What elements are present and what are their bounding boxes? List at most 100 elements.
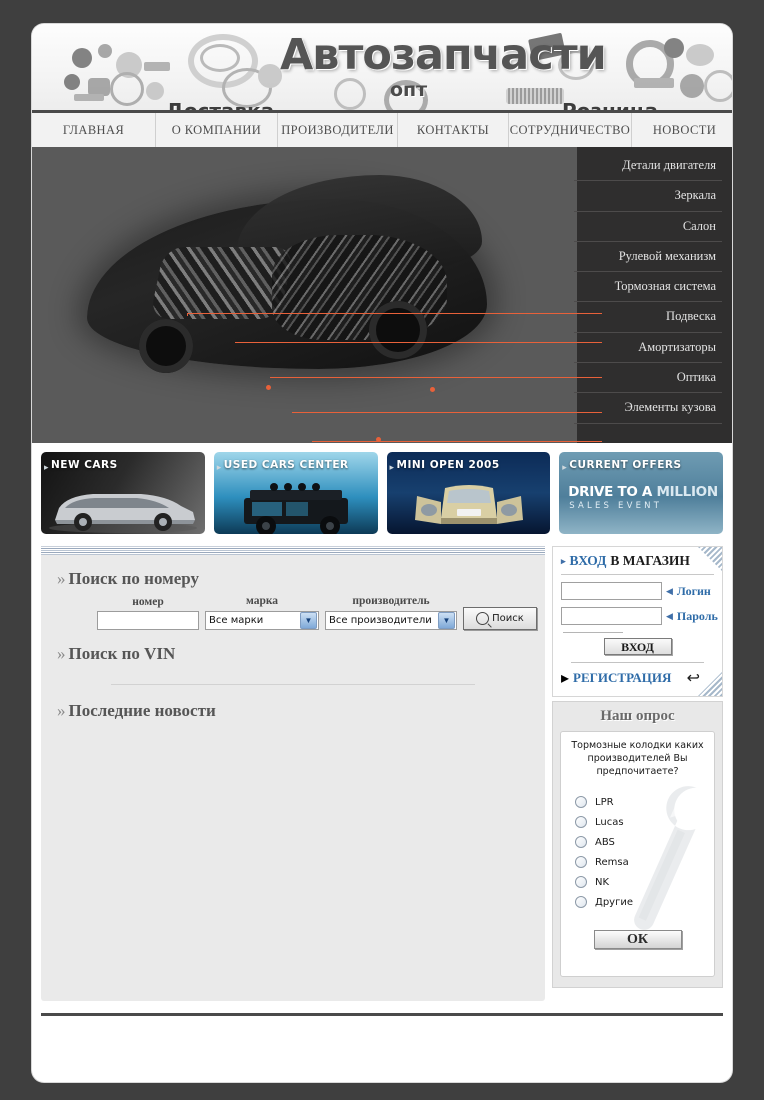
radiator-icon	[506, 82, 568, 108]
password-field-row: ◀ Пароль	[561, 607, 718, 625]
login-box-heading[interactable]: ▸ ВХОД В МАГАЗИН	[561, 553, 714, 575]
callout-line-3	[270, 377, 602, 378]
promo-subline: SALES EVENT	[569, 501, 663, 511]
search-by-number-title: Поиск по номеру	[68, 569, 199, 588]
auto-parts-cluster-right-icon	[624, 36, 732, 106]
hero-category-menu: Детали двигателя Зеркала Салон Рулевой м…	[574, 151, 722, 424]
search-button-label: Поиск	[492, 613, 524, 624]
short-divider	[563, 632, 623, 633]
hummer-silhouette-icon	[243, 483, 348, 534]
poll-option-abs[interactable]: ABS	[575, 832, 708, 852]
promo-headline: DRIVE TO A MILLION	[568, 484, 718, 500]
field-number: номер	[97, 596, 199, 630]
promo-card-new-cars[interactable]: ▸ NEW CARS	[41, 452, 205, 534]
footer-spacer	[41, 1016, 723, 1044]
search-panel: » Поиск по номеру номер марка Все марки	[41, 555, 545, 1001]
site-container: Автозапчасти опт Доставка Розница ГЛАВНА…	[32, 24, 732, 1082]
hero-menu-item-optics[interactable]: Оптика	[574, 363, 722, 394]
banner-delivery-label: Доставка	[166, 99, 274, 110]
login-label: Логин	[676, 583, 711, 598]
hero-menu-item-suspension[interactable]: Подвеска	[574, 302, 722, 333]
label-number: номер	[132, 596, 164, 608]
poll-box: Наш опрос Тормозные колодки каких произв…	[552, 701, 723, 988]
callout-dot-1	[266, 385, 271, 390]
poll-title: Наш опрос	[600, 708, 675, 724]
login-heading-rest: В МАГАЗИН	[610, 553, 690, 568]
hero-menu-item-brakes[interactable]: Тормозная система	[574, 272, 722, 303]
right-column: ▸ ВХОД В МАГАЗИН ◀ Логин ◀ Пароль ВХОД ▸…	[552, 546, 723, 988]
hero-menu-item-mirrors[interactable]: Зеркала	[574, 181, 722, 212]
radio-icon[interactable]	[575, 876, 587, 889]
radio-icon[interactable]	[575, 896, 587, 909]
manufacturer-select[interactable]: Все производители	[325, 611, 457, 630]
hero-menu-item-shock-absorbers[interactable]: Амортизаторы	[574, 333, 722, 364]
promo-label-new-cars: NEW CARS	[51, 459, 118, 471]
search-icon	[476, 612, 490, 625]
password-label: Пароль	[676, 608, 718, 623]
promo-card-current-offers[interactable]: ▸ CURRENT OFFERS DRIVE TO A MILLION SALE…	[559, 452, 723, 534]
search-button[interactable]: Поиск	[463, 607, 537, 630]
poll-option-lpr[interactable]: LPR	[575, 792, 708, 812]
auto-parts-cluster-left-icon	[58, 42, 178, 106]
poll-option-other[interactable]: Другие	[575, 892, 708, 912]
hero-menu-item-interior[interactable]: Салон	[574, 212, 722, 242]
login-box: ▸ ВХОД В МАГАЗИН ◀ Логин ◀ Пароль ВХОД ▸…	[552, 546, 723, 697]
nav-item-manufacturers[interactable]: ПРОИЗВОДИТЕЛИ	[278, 113, 398, 147]
hero-menu-item-body-elements[interactable]: Элементы кузова	[574, 393, 722, 424]
register-row[interactable]: ▸ РЕГИСТРАЦИЯ ↩	[561, 668, 714, 688]
back-arrow-icon: ↩	[686, 670, 700, 687]
callout-dot-6	[430, 387, 435, 392]
login-submit-button[interactable]: ВХОД	[603, 638, 672, 655]
wide-divider	[571, 662, 704, 663]
content-columns: » Поиск по номеру номер марка Все марки	[32, 534, 732, 1001]
promo-card-used-cars-center[interactable]: ▸ USED CARS CENTER	[213, 452, 378, 534]
nav-item-cooperation[interactable]: СОТРУДНИЧЕСТВО	[509, 113, 632, 147]
promo-label-used-cars: USED CARS CENTER	[223, 459, 349, 471]
poll-options: LPR Lucas ABS Remsa NK Другие	[567, 792, 708, 912]
password-input[interactable]	[561, 607, 662, 625]
promo-card-mini-open-2005[interactable]: ▸ MINI OPEN 2005	[386, 452, 551, 534]
left-column: » Поиск по номеру номер марка Все марки	[41, 546, 545, 1001]
label-brand: марка	[245, 595, 279, 607]
nav-item-home[interactable]: ГЛАВНАЯ	[32, 113, 156, 147]
login-heading-accent: ВХОД	[569, 553, 607, 568]
label-manufacturer: производитель	[352, 595, 430, 607]
login-field-row: ◀ Логин	[561, 582, 714, 600]
site-banner: Автозапчасти опт Доставка Розница	[32, 24, 732, 110]
hero-menu-item-engine-parts[interactable]: Детали двигателя	[574, 151, 722, 182]
chevron-right-icon: »	[57, 644, 66, 663]
manufacturer-select-wrapper: Все производители ▼	[325, 610, 457, 630]
poll-option-nk[interactable]: NK	[575, 872, 708, 892]
nav-item-news[interactable]: НОВОСТИ	[632, 113, 732, 147]
callout-dot-5	[376, 437, 381, 442]
radio-icon[interactable]	[575, 836, 587, 849]
banner-opt-label: опт	[390, 79, 428, 101]
nav-item-contacts[interactable]: КОНТАКТЫ	[398, 113, 509, 147]
site-footer	[32, 1013, 732, 1044]
arrow-left-icon: ◀	[666, 610, 673, 621]
poll-option-remsa[interactable]: Remsa	[575, 852, 708, 872]
arrow-left-icon: ◀	[666, 585, 673, 596]
radio-icon[interactable]	[575, 856, 587, 869]
section-divider	[111, 684, 475, 685]
login-input[interactable]	[561, 582, 662, 600]
poll-option-lucas[interactable]: Lucas	[575, 812, 708, 832]
promo-card-row: ▸ NEW CARS ▸ USED CARS CENTER ▸ MINI OPE…	[32, 443, 732, 534]
callout-line-1	[187, 313, 602, 314]
search-number-input[interactable]	[97, 611, 199, 630]
poll-option-label: NK	[595, 876, 610, 888]
brand-select-wrapper: Все марки ▼	[205, 610, 319, 630]
hero-menu-item-steering[interactable]: Рулевой механизм	[574, 242, 722, 273]
panel-stripe-divider	[41, 546, 545, 555]
callout-line-5	[312, 441, 602, 442]
radio-icon[interactable]	[575, 796, 587, 809]
radio-icon[interactable]	[575, 816, 587, 829]
brand-select[interactable]: Все марки	[205, 611, 319, 630]
poll-option-label: LPR	[595, 796, 614, 808]
site-wordmark: Автозапчасти	[280, 30, 607, 80]
nav-item-about[interactable]: О КОМПАНИИ	[156, 113, 278, 147]
callout-line-2	[235, 342, 602, 343]
register-label: РЕГИСТРАЦИЯ	[573, 670, 672, 685]
poll-submit-button[interactable]: ОК	[593, 930, 682, 950]
mini-rear-silhouette-icon	[414, 485, 523, 524]
